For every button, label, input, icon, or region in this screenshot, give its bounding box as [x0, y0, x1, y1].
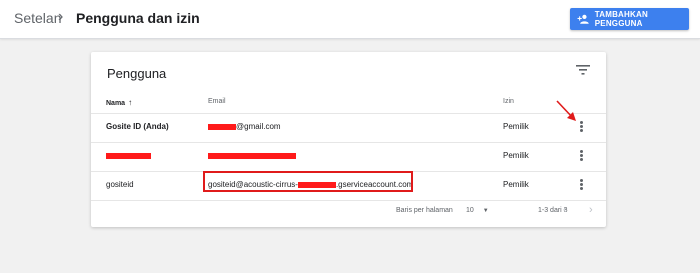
- user-email-suffix: @gmail.com: [236, 122, 281, 131]
- breadcrumb-separator: ›: [58, 8, 64, 25]
- filter-icon[interactable]: [576, 64, 590, 76]
- table-row: Pemilik: [91, 143, 606, 171]
- more-options-icon[interactable]: [576, 178, 586, 192]
- user-email: [208, 151, 296, 160]
- user-name: gositeid: [106, 180, 134, 189]
- page-title: Pengguna dan izin: [76, 10, 200, 26]
- dropdown-caret-icon: ▼: [482, 208, 489, 214]
- redacted-text: [208, 123, 236, 130]
- top-bar: Setelan › Pengguna dan izin TAMBAHKAN PE…: [0, 0, 700, 39]
- table-row: Gosite ID (Anda) @gmail.com Pemilik: [91, 114, 606, 142]
- breadcrumb-settings[interactable]: Setelan: [14, 10, 61, 26]
- chevron-right-icon[interactable]: ›: [589, 204, 593, 216]
- column-header-name-label: Nama: [106, 100, 126, 107]
- column-header-permission: Izin: [503, 98, 514, 105]
- user-name: Gosite ID (Anda): [106, 122, 169, 131]
- add-person-icon: [577, 14, 589, 24]
- rows-per-page-label: Baris per halaman: [396, 207, 453, 214]
- user-email: @gmail.com: [208, 122, 281, 131]
- redacted-text: [106, 152, 151, 159]
- chevron-left-icon[interactable]: ‹: [563, 204, 567, 216]
- column-header-name[interactable]: Nama ↑: [106, 98, 132, 107]
- card-title: Pengguna: [107, 66, 167, 81]
- user-name: [106, 151, 151, 160]
- rows-per-page-select[interactable]: 10 ▼: [466, 207, 489, 214]
- add-user-button[interactable]: TAMBAHKAN PENGGUNA: [570, 8, 689, 30]
- annotation-arrow-icon: [556, 100, 576, 121]
- divider: [91, 200, 606, 201]
- sort-ascending-icon: ↑: [128, 98, 133, 107]
- column-header-email: Email: [208, 98, 226, 105]
- redacted-text: [208, 152, 296, 159]
- users-card: Pengguna Nama ↑ Email Izin Gosite ID (And…: [91, 52, 606, 227]
- more-options-icon[interactable]: [576, 149, 586, 163]
- rows-per-page-value: 10: [466, 207, 474, 214]
- add-user-label: TAMBAHKAN PENGGUNA: [594, 10, 648, 28]
- user-permission: Pemilik: [503, 122, 529, 131]
- user-permission: Pemilik: [503, 180, 529, 189]
- user-permission: Pemilik: [503, 151, 529, 160]
- highlight-box: [203, 171, 413, 192]
